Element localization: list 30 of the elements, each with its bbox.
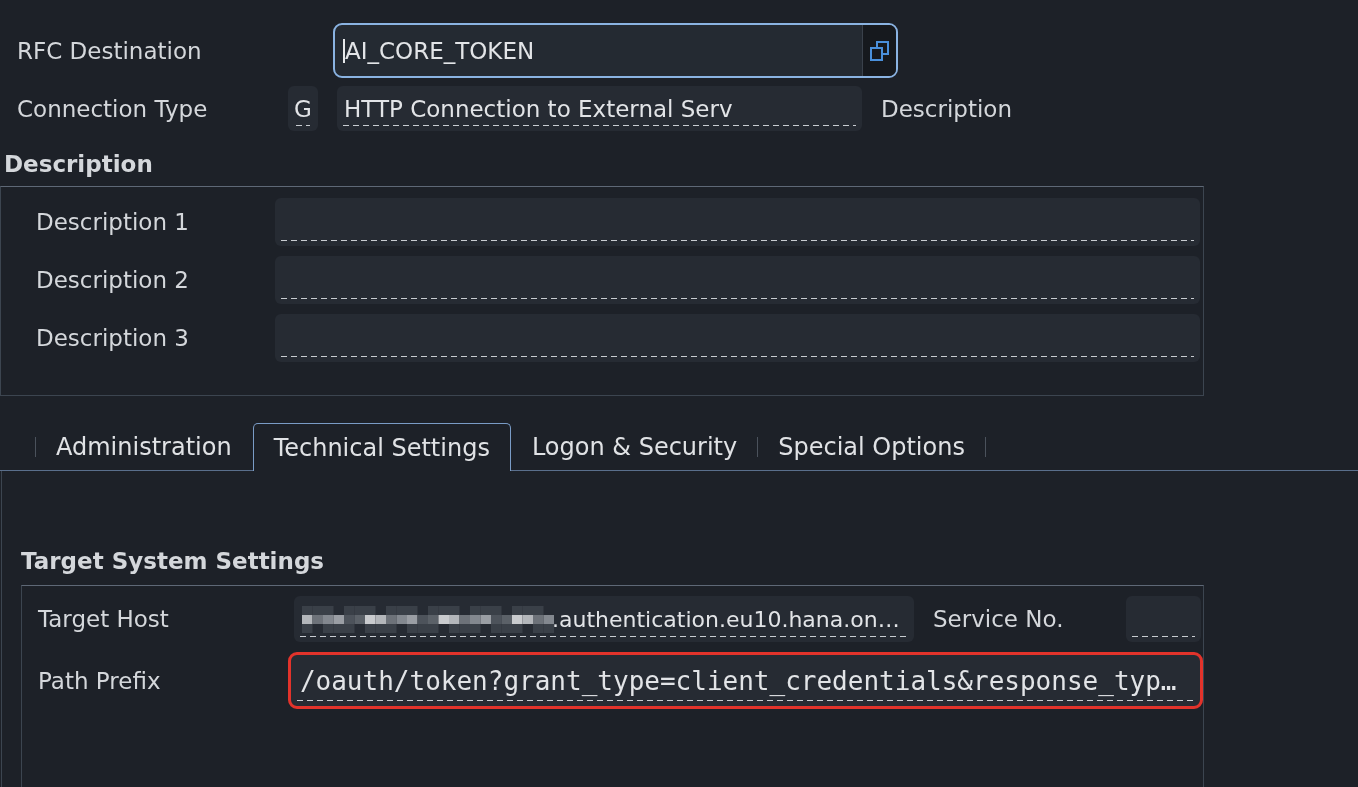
field-value: AI_CORE_TOKEN bbox=[345, 37, 535, 64]
text-cursor-icon bbox=[343, 38, 345, 63]
field-label: Target Host bbox=[38, 606, 170, 632]
connection-type-text-field[interactable]: HTTP Connection to External Serv bbox=[337, 86, 862, 131]
input-field[interactable] bbox=[275, 256, 1200, 304]
tab[interactable]: Administration bbox=[36, 423, 252, 470]
field-label: Description 3 bbox=[36, 325, 190, 351]
tab[interactable]: Special Options bbox=[758, 423, 985, 470]
field-label: Description 1 bbox=[36, 209, 190, 235]
copy-icon bbox=[869, 39, 890, 62]
tab[interactable]: Logon & Security bbox=[511, 423, 758, 470]
tab[interactable]: Technical Settings bbox=[252, 423, 511, 472]
copy-button[interactable] bbox=[862, 25, 896, 76]
section-heading: Description bbox=[4, 151, 153, 178]
field-label: Description 2 bbox=[36, 267, 190, 293]
field-label: Path Prefix bbox=[38, 667, 162, 694]
input-field[interactable] bbox=[275, 314, 1200, 362]
connection-type-code-field[interactable]: G bbox=[288, 86, 318, 131]
field-value: /oauth/token?grant_type=client_credentials&response_typ… bbox=[299, 665, 1177, 696]
rfc-destination-field[interactable]: AI_CORE_TOKEN bbox=[333, 23, 898, 78]
input-field[interactable] bbox=[1126, 596, 1201, 642]
field-label: RFC Destination bbox=[17, 37, 203, 64]
input-field[interactable] bbox=[275, 198, 1200, 246]
field-label: Description bbox=[881, 95, 1012, 122]
path-prefix-field[interactable]: /oauth/token?grant_type=client_credentials&response_typ… bbox=[287, 652, 1203, 709]
section-heading: Target System Settings bbox=[21, 547, 325, 575]
field-value: .authentication.eu10.hana.on… bbox=[552, 606, 900, 632]
target-host-field[interactable]: .authentication.eu10.hana.on… bbox=[294, 596, 914, 642]
field-label: Service No. bbox=[933, 606, 1065, 632]
field-label: Connection Type bbox=[17, 95, 209, 122]
